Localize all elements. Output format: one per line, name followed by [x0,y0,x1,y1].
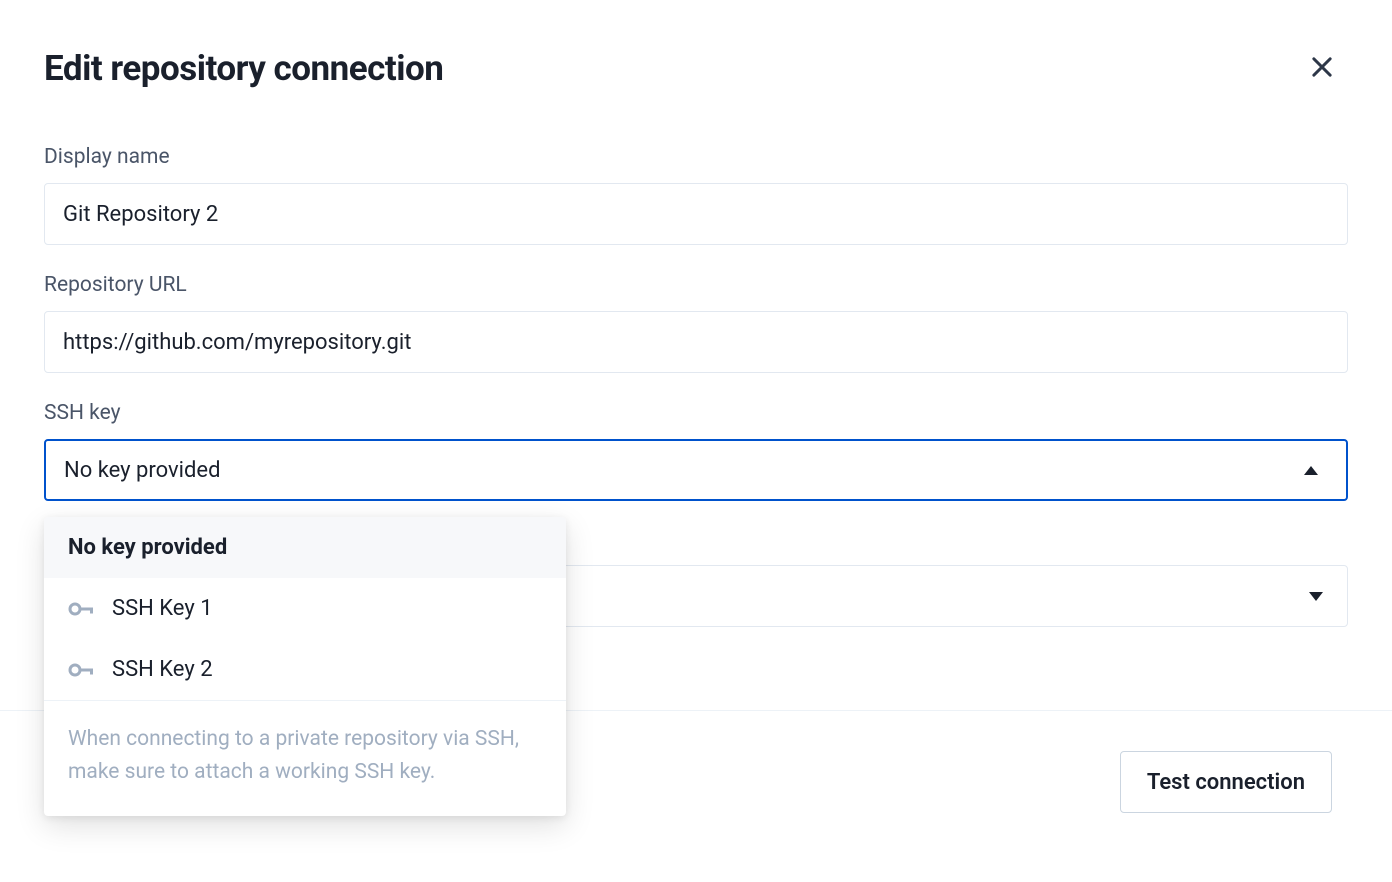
ssh-key-option-label: SSH Key 1 [112,596,213,621]
dialog-title: Edit repository connection [44,48,443,89]
ssh-key-helper-text: When connecting to a private repository … [44,700,566,816]
key-icon [68,661,96,679]
display-name-label: Display name [44,145,1348,169]
ssh-key-dropdown: No key provided SSH Key 1 [44,517,566,816]
ssh-key-group: SSH key No key provided No key provided [44,401,1348,501]
chevron-up-icon [1304,466,1318,475]
dialog-header: Edit repository connection [44,48,1348,89]
repository-url-label: Repository URL [44,273,1348,297]
key-icon [68,600,96,618]
ssh-key-option-1[interactable]: SSH Key 1 [44,578,566,639]
display-name-group: Display name [44,145,1348,245]
ssh-key-select-wrapper: No key provided No key provided SSH [44,439,1348,501]
repository-url-input[interactable] [44,311,1348,373]
close-button[interactable] [1306,53,1338,85]
test-connection-button[interactable]: Test connection [1120,751,1332,813]
ssh-key-label: SSH key [44,401,1348,425]
ssh-key-option-label: No key provided [68,535,227,560]
ssh-key-option-label: SSH Key 2 [112,657,213,682]
ssh-key-select[interactable]: No key provided [44,439,1348,501]
repository-url-group: Repository URL [44,273,1348,373]
ssh-key-option-2[interactable]: SSH Key 2 [44,639,566,700]
ssh-key-option-none[interactable]: No key provided [44,517,566,578]
close-icon [1308,53,1336,84]
display-name-input[interactable] [44,183,1348,245]
chevron-down-icon [1309,592,1323,601]
edit-repository-dialog: Edit repository connection Display name … [0,0,1392,688]
ssh-key-selected-value: No key provided [64,458,221,483]
